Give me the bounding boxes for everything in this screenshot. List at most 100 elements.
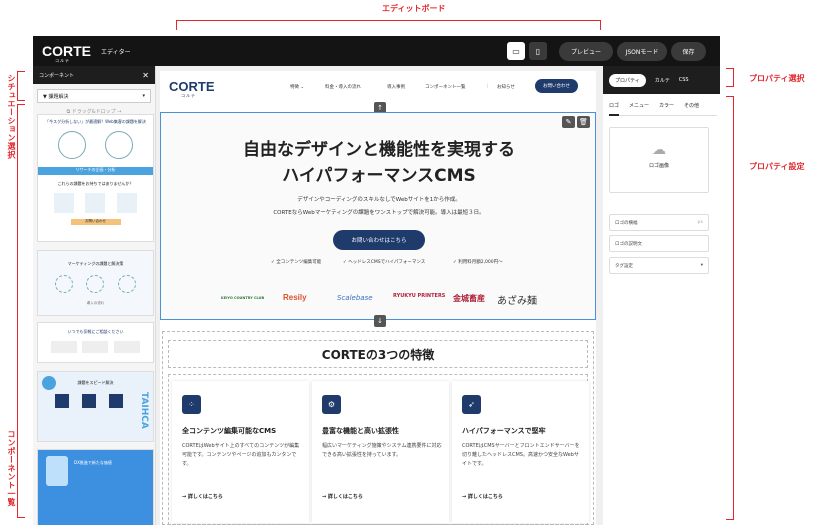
feature-card-title: 豊富な機能と高い拡張性 (322, 427, 399, 435)
annotation-bracket-top (176, 20, 601, 30)
editor-label: エディター (101, 48, 131, 56)
annotation-edit-board: エディットボード (382, 4, 446, 13)
client-logo: Resily (283, 293, 307, 302)
tab-css[interactable]: CSS (679, 77, 689, 83)
component-thumbnail[interactable]: 課題をスピード解決 TAIHCA (37, 371, 154, 442)
client-logo: あざみ麺 (497, 296, 537, 307)
hero-subtitle-line1: デザインやコーディングのスキルなしでWebサイトを1から作成。 (297, 197, 461, 203)
annotation-bracket-right-top (726, 68, 734, 87)
mobile-view-button[interactable]: ▯ (529, 42, 547, 60)
page-preview: CORTE コルテ 特徴 ⌄ 料金・導入の流れ 導入事例 コンポーネント一覧 | … (160, 71, 596, 525)
feature-card-link[interactable]: → 詳しくはこちら (462, 493, 503, 500)
hero-check-item: ✓ 全コンテンツ編集可能 (271, 260, 322, 265)
thumbnail-heading: マーケティングの課題と解決策 (67, 261, 124, 266)
filter-icon: ▼ (43, 93, 47, 100)
feature-card-description: CORTEはCMSサーバーとフロントエンドサーバーを切り離したヘッドレスCMS。… (462, 443, 580, 467)
editor-app: CORTE コルテ エディター ▭ ▯ プレビュー JSONモード 保存 コンポー… (33, 36, 720, 525)
component-thumbnail[interactable]: いつでも気軽にご相談ください (37, 322, 154, 363)
hero-check-item: ✓ ヘッドレスCMSでハイパフォーマンス (343, 260, 426, 265)
site-logo[interactable]: CORTE コルテ (169, 79, 215, 98)
thumbnail-text: 導入の流れ (86, 301, 105, 305)
component-thumbnail[interactable]: マーケティングの課題と解決策 導入の流れ (37, 250, 154, 316)
close-icon[interactable]: ✕ (142, 71, 149, 80)
feature-card-description: CORTEはWebサイト上のすべてのコンテンツが編集可能です。コンテンツやページ… (182, 443, 300, 467)
subtab-color[interactable]: カラー (659, 102, 674, 115)
annotation-bracket-left-top (17, 71, 25, 101)
desktop-view-button[interactable]: ▭ (507, 42, 525, 60)
thumbnail-heading: これらの課題をお持ちではありませんか？ (57, 181, 134, 186)
hero-title-line1: 自由なデザインと機能性を実現する (243, 140, 515, 160)
phone-icon: ▯ (535, 46, 541, 56)
annotation-component-list: コンポーネント一覧 (7, 430, 16, 507)
puzzle-icon: ⚙ (322, 395, 341, 414)
hero-section[interactable]: ✎ 🗑 自由なデザインと機能性を実現する ハイパフォーマンスCMS デザインやコ… (160, 112, 596, 320)
monitor-icon: ▭ (512, 46, 520, 56)
preview-button[interactable]: プレビュー (559, 42, 613, 61)
chevron-down-icon: ▾ (142, 93, 145, 99)
client-logo: KEIYO COUNTRY CLUB (221, 296, 265, 300)
thumbnail-button: お問い合わせ (70, 219, 121, 225)
component-panel-title: コンポーネント (39, 72, 75, 79)
client-logo: Scalebase (337, 294, 373, 302)
hero-contact-button[interactable]: お問い合わせはこちら (333, 230, 425, 250)
move-down-icon[interactable]: ↓ (374, 315, 386, 327)
save-button[interactable]: 保存 (671, 42, 706, 61)
thumbnail-heading: いつでも気軽にご相談ください (67, 329, 124, 334)
thumbnail-heading: 「今スグ分析しない」が最適解？Web集客の課題を解決 (45, 119, 146, 124)
feature-card[interactable]: ⁘ 全コンテンツ編集可能なCMS CORTEはWebサイト上のすべてのコンテンツ… (172, 381, 309, 523)
feature-card-title: ハイパフォーマンスで堅牢 (462, 427, 546, 435)
nav-item-components[interactable]: コンポーネント一覧 (425, 84, 466, 90)
nav-item-pricing[interactable]: 料金・導入の流れ (325, 84, 361, 90)
feature-card-description: 幅広いマーケティング施策やシステム連携要件に対応できる高い拡張性を持っています。 (322, 443, 442, 458)
component-panel-header: コンポーネント ✕ (33, 66, 155, 84)
hero-title-line2: ハイパフォーマンスCMS (282, 166, 476, 186)
editor-topbar: CORTE コルテ エディター ▭ ▯ プレビュー JSONモード 保存 (33, 36, 720, 66)
logo-width-field[interactable]: ロゴの横幅 px (609, 214, 709, 231)
property-tabs: プロパティ カルテ CSS (603, 66, 720, 94)
trash-icon[interactable]: 🗑 (577, 116, 590, 128)
json-mode-button[interactable]: JSONモード (617, 42, 667, 61)
property-subtabs: ロゴ メニュー カラー その他 (609, 102, 717, 116)
component-panel: コンポーネント ✕ ▼ 課題解決 ▾ ⧉ ドラッグ&ドロップ → 「今スグ分析し… (33, 66, 156, 525)
edit-board: CORTE コルテ 特徴 ⌄ 料金・導入の流れ 導入事例 コンポーネント一覧 | … (156, 66, 603, 525)
grid-icon: ⁘ (182, 395, 201, 414)
nav-divider: | (487, 84, 489, 89)
component-thumbnail[interactable]: DX推進で新たな価値 (37, 449, 154, 525)
feature-card[interactable]: ➶ ハイパフォーマンスで堅牢 CORTEはCMSサーバーとフロントエンドサーバー… (452, 381, 589, 523)
logo-description-field[interactable]: ロゴの説明文 (609, 235, 709, 252)
nav-item-news[interactable]: お知らせ (497, 84, 515, 90)
features-heading[interactable]: CORTEの3つの特徴 (168, 340, 588, 368)
thumbnail-banner: リサーチの企画・分析 (38, 167, 153, 175)
thumbnail-logo: TAIHCA (139, 392, 149, 429)
tab-property[interactable]: プロパティ (609, 73, 646, 87)
hero-subtitle-line2: CORTEならWebマーケティングの課題をワンストップで解決可能。導入は最短３日… (273, 210, 485, 216)
feature-card-link[interactable]: → 詳しくはこちら (182, 493, 223, 500)
feature-card-link[interactable]: → 詳しくはこちら (322, 493, 363, 500)
annotation-bracket-right (726, 96, 734, 520)
site-header[interactable]: CORTE コルテ 特徴 ⌄ 料金・導入の流れ 導入事例 コンポーネント一覧 | … (160, 71, 596, 102)
thumbnail-heading: DX推進で新たな価値 (74, 460, 112, 465)
cloud-upload-icon: ☁ (652, 142, 666, 158)
tag-setting-select[interactable]: タグ設定 ▾ (609, 257, 709, 274)
annotation-bracket-left (17, 104, 25, 518)
component-thumbnail[interactable]: 「今スグ分析しない」が最適解？Web集客の課題を解決 リサーチの企画・分析 これ… (37, 114, 154, 242)
client-logo: RYUKYU PRINTERS (393, 293, 446, 299)
logo-image-upload[interactable]: ☁ ロゴ画像 (609, 127, 709, 193)
chevron-down-icon: ▾ (700, 263, 703, 268)
nav-item-features[interactable]: 特徴 ⌄ (290, 84, 304, 90)
subtab-logo[interactable]: ロゴ (609, 102, 620, 116)
nav-contact-button[interactable]: お問い合わせ (535, 79, 578, 93)
feature-card-title: 全コンテンツ編集可能なCMS (182, 427, 277, 435)
feature-card[interactable]: ⚙ 豊富な機能と高い拡張性 幅広いマーケティング施策やシステム連携要件に対応でき… (312, 381, 449, 523)
logo-image-label: ロゴ画像 (648, 163, 669, 169)
annotation-property-select: プロパティ選択 (749, 74, 805, 83)
edit-icon[interactable]: ✎ (562, 116, 575, 128)
subtab-other[interactable]: その他 (684, 102, 699, 115)
subtab-menu[interactable]: メニュー (629, 102, 649, 115)
nav-item-cases[interactable]: 導入事例 (387, 84, 405, 90)
situation-select[interactable]: ▼ 課題解決 ▾ (37, 89, 151, 103)
tab-karte[interactable]: カルテ (655, 77, 670, 84)
situation-select-value: 課題解決 (48, 93, 69, 100)
app-logo[interactable]: CORTE コルテ (42, 43, 91, 63)
annotation-situation-select: シチュエーション選択 (7, 74, 16, 159)
